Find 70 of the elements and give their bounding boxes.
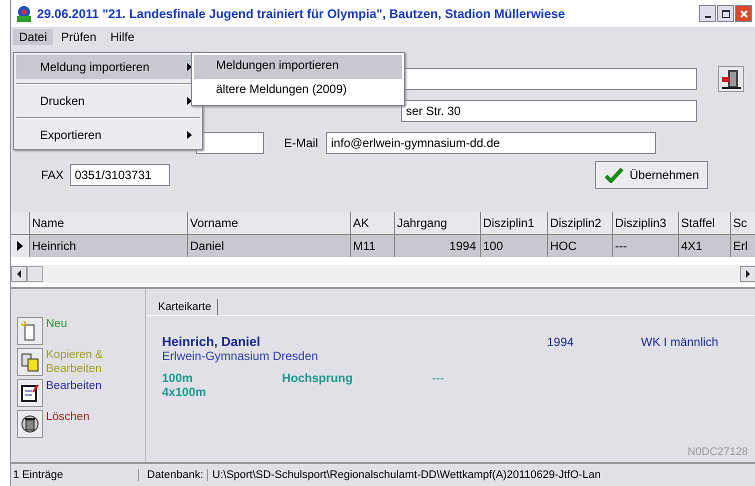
card-tab[interactable]: Karteikarte [152, 299, 218, 315]
minimize-icon [704, 16, 710, 18]
column-header[interactable]: Disziplin3 [613, 212, 679, 234]
input-field[interactable] [196, 132, 264, 154]
column-header[interactable]: AK [351, 212, 395, 234]
relay: 4x100m [162, 385, 208, 399]
action-button[interactable] [17, 348, 43, 376]
column-header[interactable]: Disziplin1 [481, 212, 548, 234]
menu-item[interactable]: Hilfe [104, 29, 140, 45]
table-cell: --- [613, 235, 679, 257]
column-header[interactable]: Jahrgang [395, 212, 481, 234]
discipline: 100m [162, 371, 194, 385]
action-button[interactable] [17, 317, 43, 345]
scroll-thumb[interactable] [27, 266, 43, 282]
column-header[interactable]: Sc [731, 212, 755, 234]
maximize-icon [722, 10, 730, 18]
school-name: Erlwein-Gymnasium Dresden [162, 349, 320, 363]
column-header[interactable]: Staffel [679, 212, 731, 234]
input-field[interactable]: ser Str. 30 [401, 100, 697, 122]
menu-item[interactable]: Datei [13, 29, 54, 45]
database-label: Datenbank: [138, 469, 208, 481]
close-icon [740, 10, 748, 18]
left-arrow-icon [16, 270, 22, 278]
app-icon [15, 4, 33, 22]
column-header[interactable]: Vorname [188, 212, 351, 234]
right-arrow-icon [745, 270, 751, 278]
action-label[interactable]: Bearbeiten [46, 379, 126, 393]
trash-icon [21, 414, 39, 434]
menu-item[interactable]: Exportieren [16, 123, 200, 147]
column-header[interactable]: Name [30, 212, 188, 234]
exit-button[interactable] [718, 66, 744, 92]
competition-class: WK I männlich [641, 335, 718, 349]
database-path: U:\Sport\SD-Schulsport\Regionalschulamt-DD\Wettkampf(A)20110629-JtfO-Lan [207, 469, 601, 481]
table-cell: M11 [351, 235, 395, 257]
minimize-button[interactable] [699, 5, 716, 22]
table-row[interactable]: Heinrich Daniel M11 1994 100 HOC --- 4X1 Erl [11, 235, 755, 257]
row-pointer-icon [16, 241, 24, 251]
record-code: N0DC27128 [687, 446, 748, 458]
birth-year: 1994 [547, 335, 575, 349]
close-button[interactable] [735, 5, 752, 22]
discipline: Hochsprung [282, 371, 354, 385]
email-label: E-Mail [284, 136, 318, 150]
column-header[interactable]: Disziplin2 [548, 212, 613, 234]
fax-field[interactable]: 0351/3103731 [70, 164, 170, 186]
table-cell: 100 [481, 235, 548, 257]
table-cell: Erl [731, 235, 755, 257]
checkmark-icon [604, 167, 624, 183]
athlete-name: Heinrich, Daniel [162, 334, 262, 349]
menu-item[interactable]: Meldungen importieren [194, 55, 402, 79]
table-cell: 1994 [395, 235, 481, 257]
table-cell: Heinrich [30, 235, 188, 257]
door-icon [720, 68, 742, 90]
scroll-right-button[interactable] [740, 266, 755, 282]
window-title: 29.06.2011 "21. Landesfinale Jugend trainiert für Olympia", Bautzen, Stadion Müllerwiese [37, 6, 566, 20]
fax-label: FAX [41, 168, 64, 182]
entry-count: 1 Einträge [12, 469, 64, 481]
apply-button[interactable]: Übernehmen [594, 161, 708, 189]
copy-icon [21, 352, 39, 372]
table-cell: Daniel [188, 235, 351, 257]
menu-item[interactable]: Prüfen [55, 29, 102, 45]
email-field[interactable]: info@erlwein-gymnasium-dd.de [326, 132, 656, 154]
discipline: --- [432, 371, 444, 385]
action-button[interactable] [17, 410, 43, 438]
action-button[interactable] [17, 379, 43, 407]
table-cell: HOC [548, 235, 613, 257]
edit-icon [21, 383, 39, 403]
table-cell: 4X1 [679, 235, 731, 257]
scroll-left-button[interactable] [11, 266, 27, 282]
maximize-button[interactable] [717, 5, 734, 22]
action-label[interactable]: Löschen [46, 410, 126, 424]
